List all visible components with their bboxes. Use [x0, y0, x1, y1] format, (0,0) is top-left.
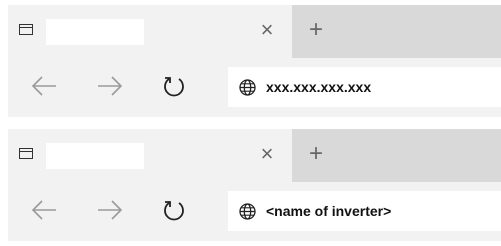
globe-icon	[239, 203, 256, 220]
forward-button[interactable]	[96, 74, 124, 98]
globe-icon	[239, 79, 256, 96]
refresh-button[interactable]	[160, 198, 188, 222]
tab-title[interactable]: New Tab	[46, 143, 144, 169]
address-bar[interactable]: xxx.xxx.xxx.xxx	[228, 67, 501, 107]
browser-window-1: New Tab × + xxx.xxx.xxx.xxx	[8, 5, 501, 117]
navigation-bar: xxx.xxx.xxx.xxx	[8, 58, 501, 117]
refresh-button[interactable]	[160, 74, 188, 98]
new-tab-button[interactable]: +	[304, 18, 328, 42]
url-text[interactable]: <name of inverter>	[266, 202, 391, 220]
back-button[interactable]	[30, 198, 58, 222]
navigation-bar: <name of inverter>	[8, 182, 501, 241]
tab-window-icon	[19, 148, 33, 159]
refresh-icon	[164, 201, 184, 221]
forward-arrow-icon	[98, 76, 123, 96]
close-tab-button[interactable]: ×	[256, 143, 278, 165]
back-arrow-icon	[31, 200, 56, 220]
url-text[interactable]: xxx.xxx.xxx.xxx	[266, 78, 371, 96]
tab-window-icon	[19, 24, 33, 35]
new-tab-button[interactable]: +	[304, 142, 328, 166]
back-button[interactable]	[30, 74, 58, 98]
browser-window-2: New Tab × + <name of inverter>	[8, 129, 501, 241]
active-tab[interactable]: New Tab ×	[8, 129, 292, 182]
tab-strip: New Tab × +	[8, 5, 501, 58]
address-bar[interactable]: <name of inverter>	[228, 191, 501, 231]
refresh-icon	[164, 77, 184, 97]
active-tab[interactable]: New Tab ×	[8, 5, 292, 58]
close-tab-button[interactable]: ×	[256, 19, 278, 41]
back-arrow-icon	[31, 76, 56, 96]
tab-title[interactable]: New Tab	[46, 19, 144, 45]
forward-arrow-icon	[98, 200, 123, 220]
forward-button[interactable]	[96, 198, 124, 222]
tab-strip: New Tab × +	[8, 129, 501, 182]
